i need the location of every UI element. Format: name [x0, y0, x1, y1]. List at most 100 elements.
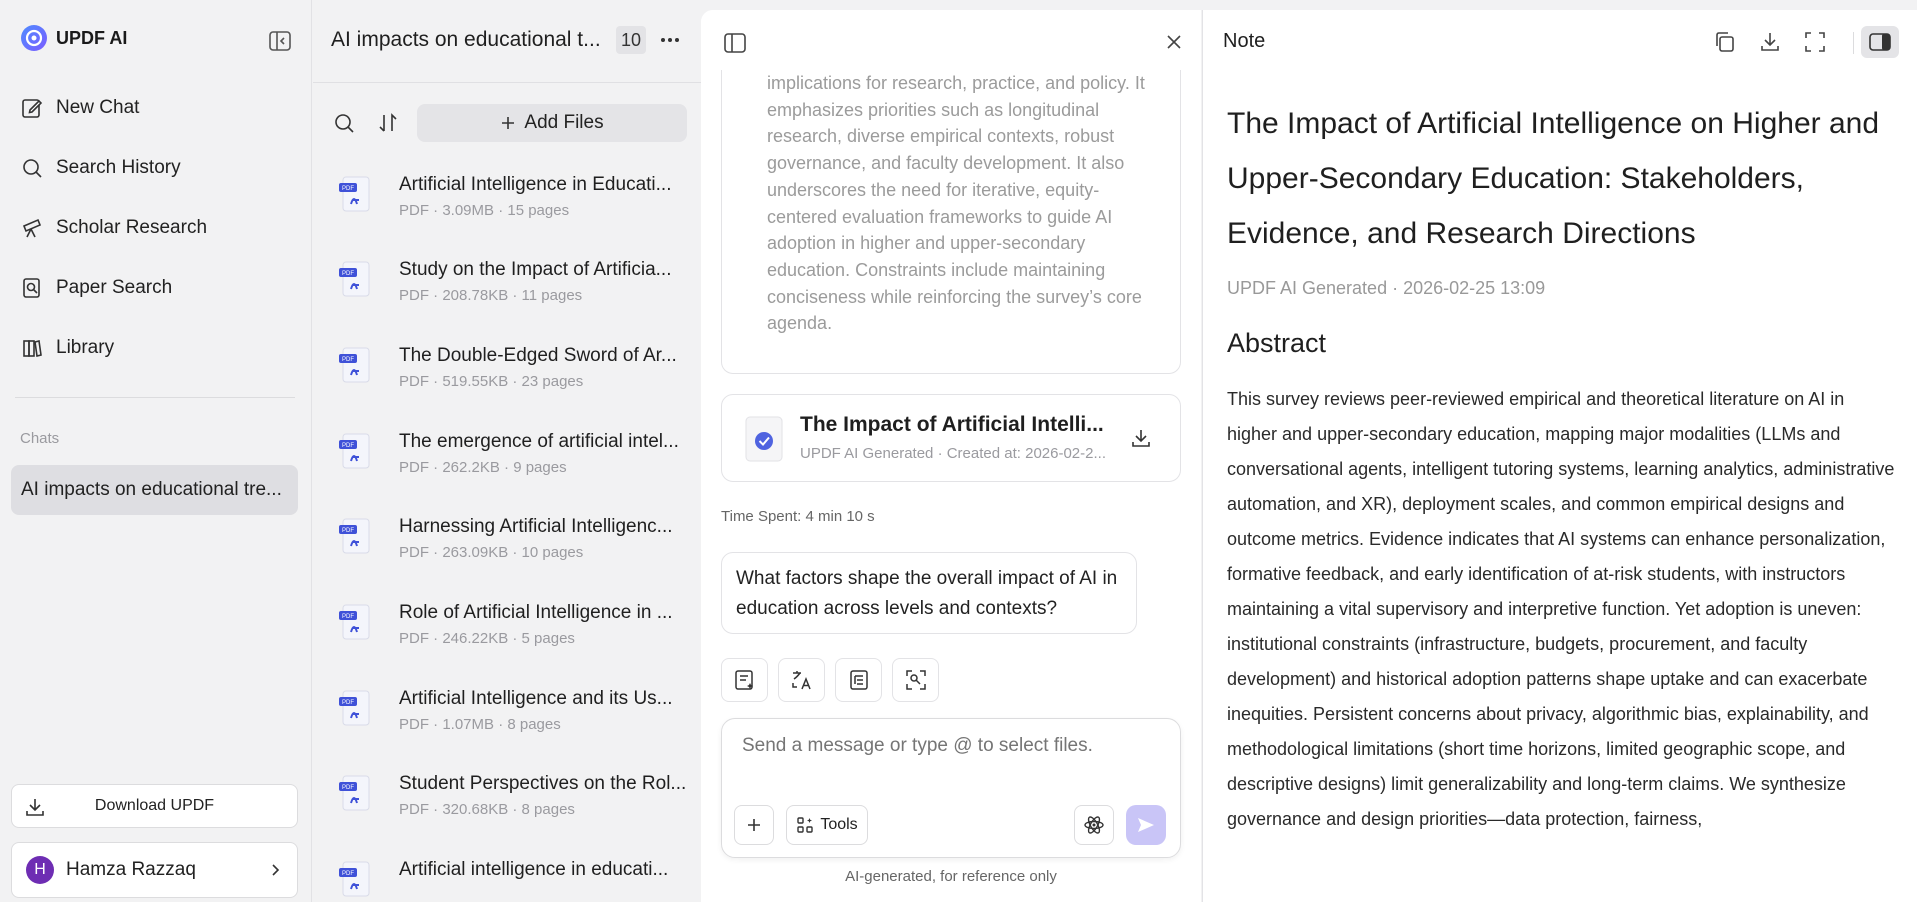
file-name: Role of Artificial Intelligence in ... — [399, 602, 673, 623]
section-heading: Abstract — [1227, 328, 1327, 358]
pdf-file-icon: PDF — [339, 259, 373, 299]
sidebar-toggle-icon — [724, 33, 746, 53]
user-profile-button[interactable]: H Hamza Razzaq — [11, 842, 298, 898]
note-body-text: This survey reviews peer-reviewed empiri… — [1227, 389, 1895, 829]
sidebar-item-scholar-research[interactable]: Scholar Research — [20, 208, 290, 248]
sort-icon — [379, 113, 397, 132]
file-list-item[interactable]: PDF The Double-Edged Sword of Ar... PDF … — [339, 345, 689, 405]
send-icon — [1138, 818, 1154, 832]
file-list-item[interactable]: PDF Study on the Impact of Artificia... … — [339, 259, 689, 319]
atom-icon — [1084, 816, 1104, 834]
note-download-button[interactable] — [1758, 30, 1782, 54]
chat-header — [701, 10, 1201, 70]
explain-button[interactable] — [892, 658, 939, 702]
pdf-file-icon: PDF — [339, 431, 373, 471]
file-meta: PDF · 262.2KB · 9 pages — [399, 459, 567, 476]
download-updf-button[interactable]: Download UPDF — [11, 784, 298, 828]
quick-actions-row — [721, 658, 939, 702]
close-chat-button[interactable] — [1164, 32, 1184, 52]
file-list-item[interactable]: PDF Artificial Intelligence in Educati..… — [339, 174, 689, 234]
sidebar-item-paper-search[interactable]: Paper Search — [20, 268, 290, 308]
file-list-item[interactable]: PDF Harnessing Artificial Intelligenc...… — [339, 516, 689, 576]
tools-button[interactable]: Tools — [786, 805, 868, 845]
avatar: H — [26, 856, 54, 884]
note-panel: Note The Impact of Artificial Intelligen… — [1202, 10, 1917, 902]
svg-text:PDF: PDF — [342, 785, 354, 791]
message-composer: Tools — [721, 718, 1181, 858]
library-icon — [20, 336, 44, 360]
send-button[interactable] — [1126, 805, 1166, 845]
file-list-item[interactable]: PDF Artificial Intelligence and its Us..… — [339, 688, 689, 748]
header-divider — [1853, 32, 1854, 54]
copy-icon — [1716, 32, 1734, 52]
note-subtitle: UPDF AI Generated · 2026-02-25 13:09 — [1227, 278, 1546, 298]
copy-button[interactable] — [1713, 30, 1737, 54]
files-panel: AI impacts on educational t... 10 Add Fi… — [313, 0, 701, 902]
svg-text:PDF: PDF — [342, 443, 354, 449]
file-name: Student Perspectives on the Rol... — [399, 773, 687, 794]
generated-document-card[interactable]: The Impact of Artificial Intelli... UPDF… — [721, 394, 1181, 482]
file-list-item[interactable]: PDF Artificial intelligence in educati..… — [339, 859, 689, 902]
user-message-bubble: What factors shape the overall impact of… — [721, 552, 1137, 634]
file-search-button[interactable] — [333, 112, 355, 134]
chat-panel: implications for research, practice, and… — [701, 10, 1201, 902]
fullscreen-button[interactable] — [1803, 30, 1827, 54]
message-input[interactable] — [742, 735, 1162, 757]
chats-heading: Chats — [20, 430, 60, 447]
summarize-button[interactable] — [721, 658, 768, 702]
panel-right-icon — [1869, 33, 1891, 51]
collapse-sidebar-button[interactable] — [268, 30, 292, 52]
ai-answer-text: implications for research, practice, and… — [767, 73, 1145, 334]
file-list-item[interactable]: PDF Role of Artificial Intelligence in .… — [339, 602, 689, 662]
files-panel-title: AI impacts on educational t... — [331, 28, 601, 51]
document-title: The Impact of Artificial Intelli... — [800, 413, 1104, 436]
edit-icon — [20, 96, 44, 120]
file-list-item[interactable]: PDF Student Perspectives on the Rol... P… — [339, 773, 689, 833]
plus-icon — [748, 819, 760, 831]
sidebar-item-new-chat[interactable]: New Chat — [20, 88, 290, 128]
sidebar-item-label: Paper Search — [56, 277, 173, 298]
note-header-title: Note — [1223, 30, 1266, 52]
translate-button[interactable] — [778, 658, 825, 702]
summarize-icon — [734, 670, 753, 690]
app-logo[interactable]: UPDF AI — [20, 24, 127, 52]
document-check-icon — [742, 415, 786, 463]
pdf-file-icon: PDF — [339, 174, 373, 214]
file-name: Artificial Intelligence in Educati... — [399, 174, 672, 195]
tools-icon — [796, 816, 814, 834]
file-meta: PDF · 3.09MB · 15 pages — [399, 202, 570, 219]
sidebar-item-label: Library — [56, 337, 115, 358]
file-name: The emergence of artificial intel... — [399, 431, 679, 452]
file-name: Artificial Intelligence and its Us... — [399, 688, 673, 709]
file-meta: PDF · 208.78KB · 11 pages — [399, 287, 583, 304]
chat-item-active[interactable]: AI impacts on educational tre... — [11, 465, 298, 515]
document-download-button[interactable] — [1130, 427, 1152, 449]
note-title: The Impact of Artificial Intelligence on… — [1227, 107, 1880, 250]
sidebar-item-search-history[interactable]: Search History — [20, 148, 290, 188]
user-name: Hamza Razzaq — [66, 859, 196, 880]
toggle-note-panel-button[interactable] — [1861, 26, 1899, 58]
more-icon — [661, 38, 679, 42]
more-options-button[interactable] — [658, 28, 682, 52]
attach-button[interactable] — [734, 805, 774, 845]
outline-button[interactable] — [835, 658, 882, 702]
download-icon — [1132, 430, 1150, 447]
search-icon — [335, 114, 354, 133]
files-divider — [313, 82, 701, 83]
file-meta: PDF · 263.09KB · 10 pages — [399, 544, 584, 561]
sort-button[interactable] — [377, 112, 399, 134]
download-label: Download UPDF — [94, 797, 215, 814]
file-name: Harnessing Artificial Intelligenc... — [399, 516, 673, 537]
add-files-label: Add Files — [524, 112, 604, 133]
add-files-button[interactable]: Add Files — [417, 104, 687, 142]
document-search-icon — [20, 276, 44, 300]
model-select-button[interactable] — [1074, 805, 1114, 845]
sidebar-item-library[interactable]: Library — [20, 328, 290, 368]
pdf-file-icon: PDF — [339, 516, 373, 556]
toggle-files-panel-button[interactable] — [723, 32, 747, 54]
fullscreen-icon — [1805, 32, 1825, 52]
file-list-item[interactable]: PDF The emergence of artificial intel...… — [339, 431, 689, 491]
file-meta: PDF · 246.22KB · 5 pages — [399, 630, 575, 647]
file-meta: PDF · 519.55KB · 23 pages — [399, 373, 584, 390]
ai-disclaimer: AI-generated, for reference only — [845, 868, 1057, 885]
